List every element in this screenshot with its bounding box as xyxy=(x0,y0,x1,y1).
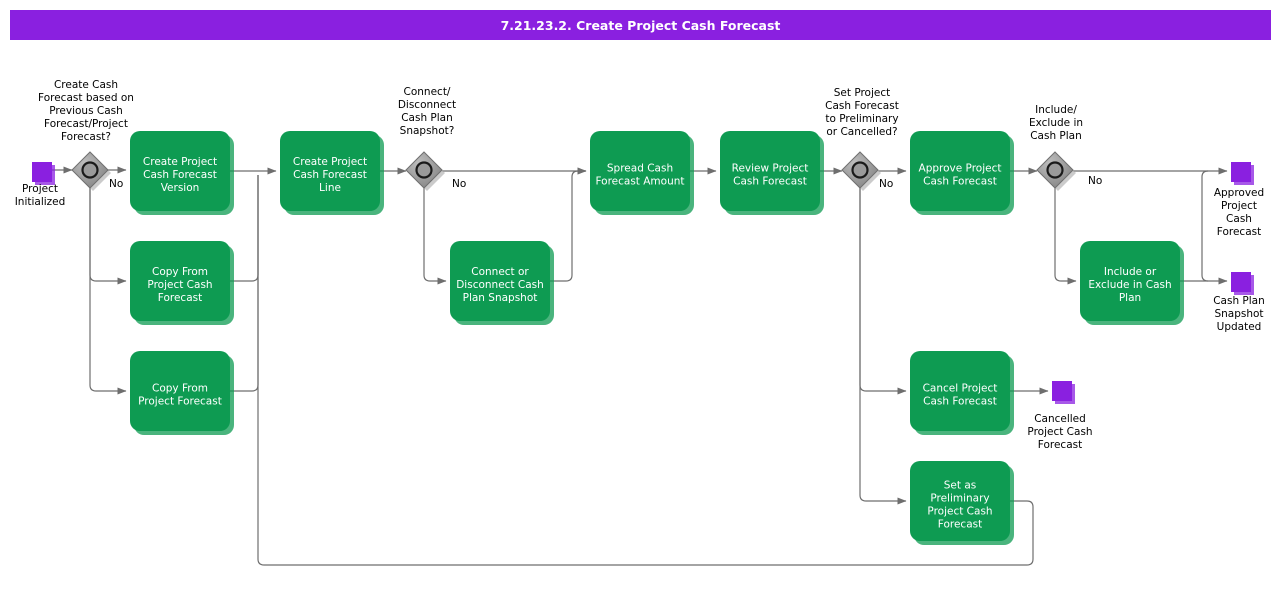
task-create-project-cash-forecast-version[interactable]: Create Project Cash Forecast Version xyxy=(130,131,234,215)
flowchart-canvas: Create Project Cash Forecast Version Copy F… xyxy=(15,79,1265,566)
task-spread-cash-forecast-amount-label: Spread Cash Forecast Amount xyxy=(595,163,684,188)
svg-text:Cash PlanSnapshotUpdated: Cash Plan Snapshot Updated xyxy=(1213,295,1265,333)
gateway-include-exclude-in-cash-plan-no-branch-label: No xyxy=(1088,175,1102,187)
flow-copy-project-forecast-to-merge xyxy=(230,175,259,392)
event-cash-plan-snapshot-updated[interactable] xyxy=(1231,272,1254,295)
svg-text:CancelledProject CashForecast: Cancelled Project Cash Forecast xyxy=(1027,413,1092,451)
gateway-set-project-cash-forecast-preliminary-or-cancelled-no-branch-label: No xyxy=(879,178,893,190)
task-include-or-exclude-in-cash-plan[interactable]: Include or Exclude in Cash Plan xyxy=(1080,241,1184,325)
task-review-project-cash-forecast-label: Review Project Cash Forecast xyxy=(732,163,809,188)
task-cancel-project-cash-forecast[interactable]: Cancel Project Cash Forecast xyxy=(910,351,1014,435)
svg-text:Include/Exclude inCash Plan: Include/Exclude in Cash Plan xyxy=(1029,104,1083,142)
flow-gateway4-to-include-exclude xyxy=(1054,188,1077,285)
gateway-connect-disconnect-cash-plan-snapshot-label: Connect/Disconnect Cash Plan Snapshot? xyxy=(398,86,456,137)
task-cancel-project-cash-forecast-label: Cancel Project Cash Forecast xyxy=(923,383,998,408)
flow-copy-cash-forecast-to-merge xyxy=(230,175,259,282)
task-copy-from-project-forecast[interactable]: Copy From Project Forecast xyxy=(130,351,234,435)
gateway-set-project-cash-forecast-preliminary-or-cancelled-label: Set Project Cash Forecast to Preliminary or… xyxy=(825,87,899,138)
gateway-create-cash-forecast-based-on-previous-no-branch-label: No xyxy=(109,178,123,190)
event-label-cash-plan-snapshot-updated: Cash Plan Snapshot Updated xyxy=(1213,295,1265,333)
event-label-cancelled-project-cash-forecast: Cancelled Project Cash Forecast xyxy=(1027,413,1092,451)
gateway-include-exclude-in-cash-plan-label: Include/Exclude in Cash Plan xyxy=(1029,104,1083,142)
svg-text:ApprovedProjectCashForecast: Approved Project Cash Forecast xyxy=(1214,187,1264,238)
diagram-page: 7.21.23.2. Create Project Cash Forecast … xyxy=(0,0,1281,595)
flow-gateway1-to-copy-cash-forecast xyxy=(89,188,127,285)
task-connect-or-disconnect-cash-plan-snapshot[interactable]: Connect or Disconnect Cash Plan Snapshot xyxy=(450,241,554,325)
task-review-project-cash-forecast[interactable]: Review Project Cash Forecast xyxy=(720,131,824,215)
flow-connect-disconnect-to-spread xyxy=(550,167,587,282)
flow-gateway2-to-connect-disconnect xyxy=(423,188,447,285)
task-copy-from-project-cash-forecast[interactable]: Copy From Project Cash Forecast xyxy=(130,241,234,325)
svg-text:Connect/DisconnectCash PlanSna: Connect/Disconnect Cash Plan Snapshot? xyxy=(398,86,456,137)
flow-gateway3-to-cancel xyxy=(859,188,907,395)
gateway-connect-disconnect-cash-plan-snapshot-no-branch-label: No xyxy=(452,178,466,190)
flow-gateway3-to-set-preliminary xyxy=(859,188,907,505)
event-project-initialized[interactable] xyxy=(32,162,55,185)
flow-gateway1-to-copy-project-forecast xyxy=(89,188,127,395)
svg-text:ProjectInitialized: Project Initialized xyxy=(15,183,66,208)
flow-right-merge-connector xyxy=(1201,170,1209,282)
gateway-create-cash-forecast-based-on-previous[interactable] xyxy=(71,151,111,191)
task-spread-cash-forecast-amount[interactable]: Spread Cash Forecast Amount xyxy=(590,131,694,215)
gateway-include-exclude-in-cash-plan[interactable] xyxy=(1036,151,1076,191)
event-cancelled-project-cash-forecast[interactable] xyxy=(1052,381,1075,404)
gateway-set-project-cash-forecast-preliminary-or-cancelled[interactable] xyxy=(841,151,881,191)
event-approved-project-cash-forecast[interactable] xyxy=(1231,162,1254,185)
svg-text:Set ProjectCash Forecastto Pre: Set Project Cash Forecast to Preliminary or… xyxy=(825,87,899,138)
event-label-approved-project-cash-forecast: Approved Project Cash Forecast xyxy=(1214,187,1264,238)
event-label-project-initialized: Project Initialized xyxy=(15,183,66,208)
gateway-create-cash-forecast-based-on-previous-label: Create Cash Forecast based on Previous Cas… xyxy=(38,79,134,143)
task-approve-project-cash-forecast[interactable]: Approve Project Cash Forecast xyxy=(910,131,1014,215)
nodes-layer: Create Project Cash Forecast Version Copy F… xyxy=(15,79,1265,545)
gateway-connect-disconnect-cash-plan-snapshot[interactable] xyxy=(405,151,445,191)
task-set-as-preliminary-project-cash-forecast[interactable]: Set as Preliminary Project Cash Forecast xyxy=(910,461,1014,545)
task-create-project-cash-forecast-line[interactable]: Create Project Cash Forecast Line xyxy=(280,131,384,215)
task-approve-project-cash-forecast-label: Approve Project Cash Forecast xyxy=(919,163,1002,188)
svg-text:Create CashForecast based onPr: Create Cash Forecast based on Previous Cas… xyxy=(38,79,134,143)
